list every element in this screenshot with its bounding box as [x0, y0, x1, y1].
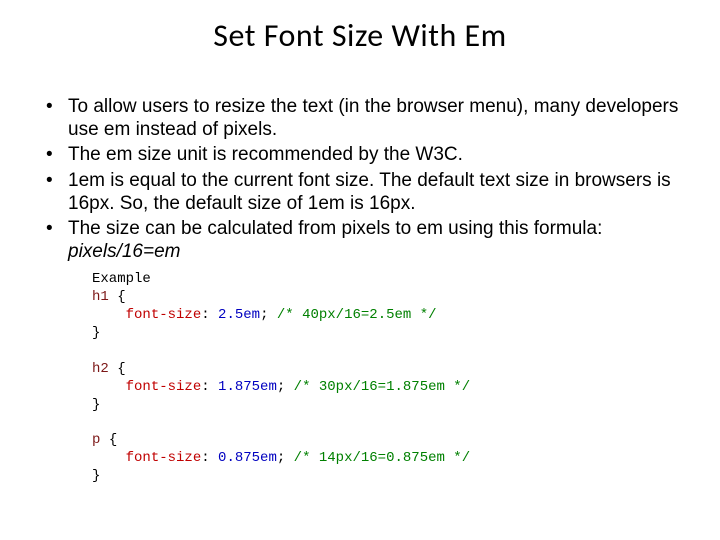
- slide-title: Set Font Size With Em: [40, 16, 680, 55]
- code-value: 2.5em: [218, 307, 260, 323]
- bullet-item: The em size unit is recommended by the W…: [40, 143, 680, 166]
- code-property: font-size: [126, 307, 202, 323]
- bullet-item: 1em is equal to the current font size. T…: [40, 169, 680, 215]
- code-selector: h1: [92, 289, 109, 305]
- bullet-item: To allow users to resize the text (in th…: [40, 95, 680, 141]
- bullet-list: To allow users to resize the text (in th…: [40, 95, 680, 263]
- code-comment: /* 40px/16=2.5em */: [277, 307, 437, 323]
- code-comment: /* 14px/16=0.875em */: [294, 450, 470, 466]
- formula-text: pixels/16=em: [68, 241, 180, 262]
- code-property: font-size: [126, 379, 202, 395]
- code-property: font-size: [126, 450, 202, 466]
- bullet-text: The size can be calculated from pixels t…: [68, 218, 602, 239]
- example-label: Example: [92, 271, 151, 287]
- bullet-item: The size can be calculated from pixels t…: [40, 217, 680, 263]
- code-selector: h2: [92, 361, 109, 377]
- code-comment: /* 30px/16=1.875em */: [294, 379, 470, 395]
- code-example: Example h1 { font-size: 2.5em; /* 40px/1…: [92, 271, 680, 486]
- slide: Set Font Size With Em To allow users to …: [0, 0, 720, 540]
- code-value: 0.875em: [218, 450, 277, 466]
- code-value: 1.875em: [218, 379, 277, 395]
- code-selector: p: [92, 432, 100, 448]
